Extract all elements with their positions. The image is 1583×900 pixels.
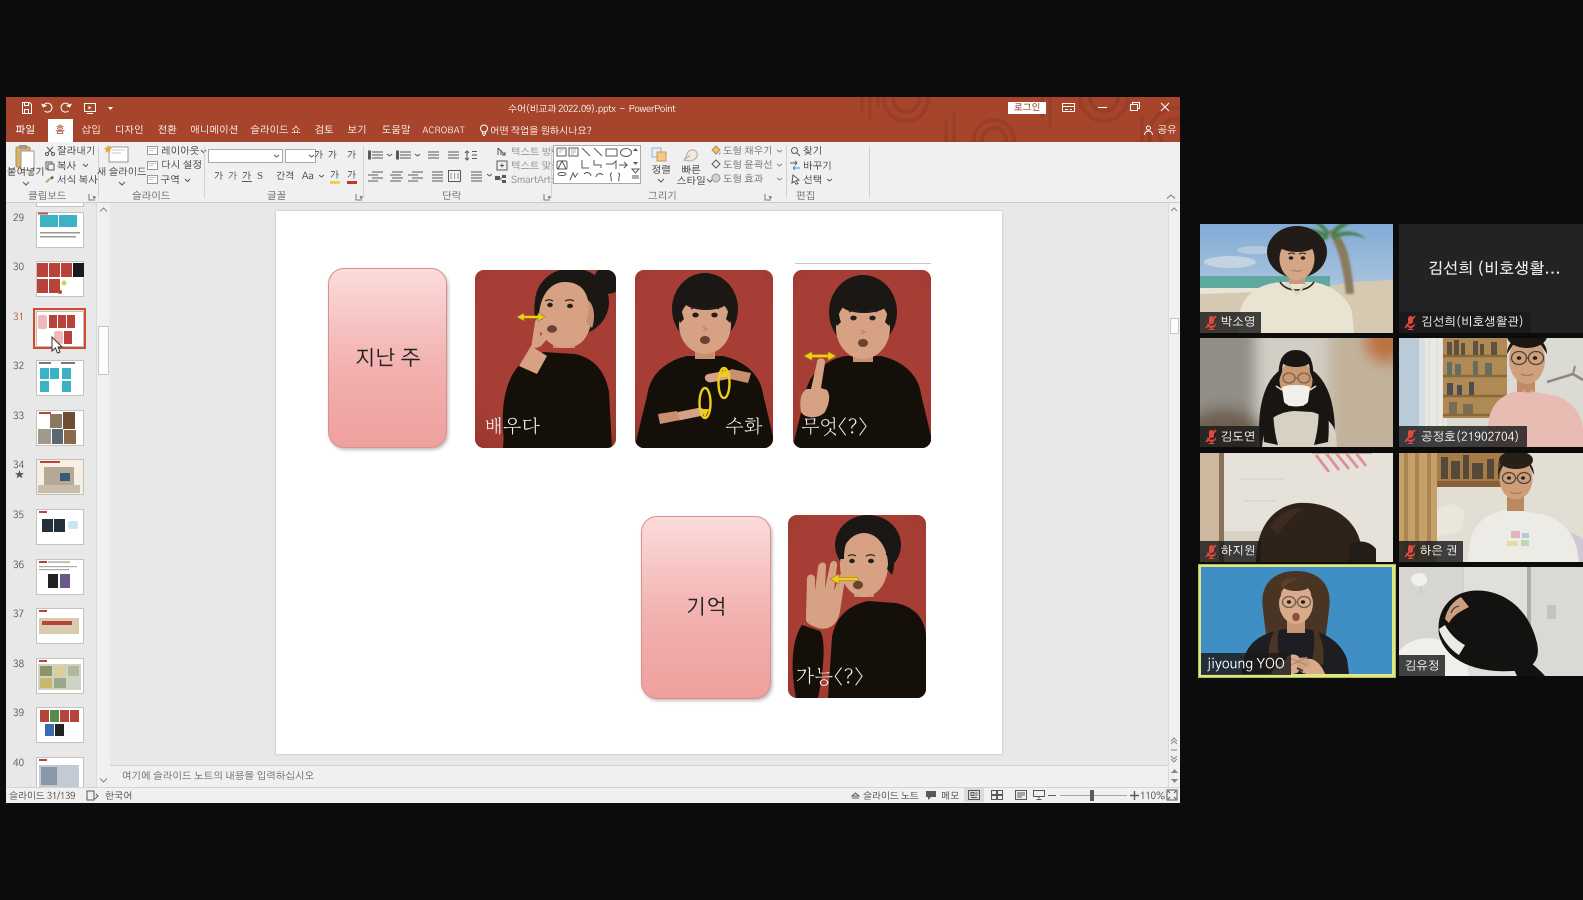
svg-text:S: S [257, 170, 263, 181]
